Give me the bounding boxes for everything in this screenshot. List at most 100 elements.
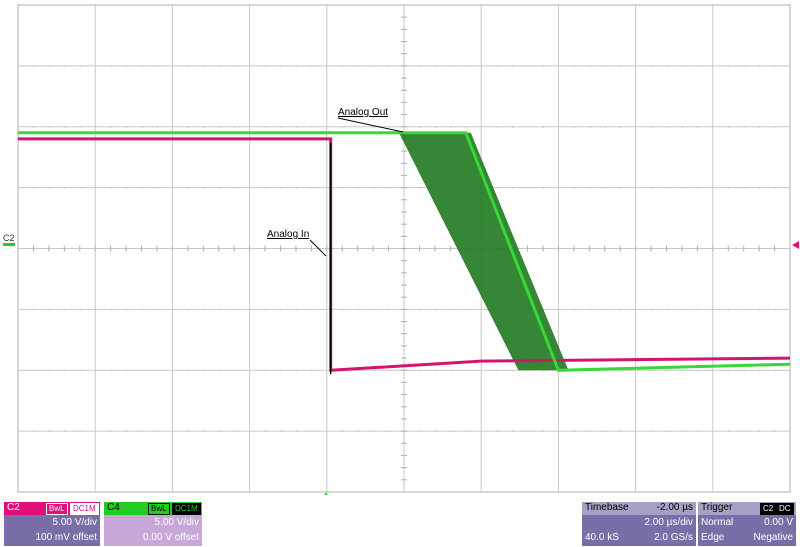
trigger-descriptor[interactable]: Trigger C2 DC Normal 0.00 V Edge Negativ…	[698, 502, 796, 546]
grid-dot	[79, 187, 81, 189]
grid-dot	[218, 126, 220, 128]
grid-dot	[218, 431, 220, 433]
grid-dot	[295, 187, 297, 189]
grid-dot	[357, 65, 359, 67]
grid-dot	[681, 431, 683, 433]
grid-dot	[280, 187, 282, 189]
timebase-delay: -2.00 µs	[656, 502, 693, 513]
grid-dot	[697, 65, 699, 67]
grid-dot	[280, 370, 282, 372]
grid-dot	[141, 248, 143, 250]
grid-dot	[589, 187, 591, 189]
c2-name: C2	[7, 502, 20, 513]
c2-ground-marker[interactable]: C2	[3, 234, 15, 246]
grid-dot	[79, 370, 81, 372]
grid-dot	[373, 309, 375, 311]
grid-dot	[774, 248, 776, 250]
grid-dot	[234, 309, 236, 311]
grid-dot	[48, 187, 50, 189]
grid-dot	[33, 370, 35, 372]
grid-dot	[697, 370, 699, 372]
timebase-descriptor[interactable]: Timebase -2.00 µs 2.00 µs/div 40.0 kS 2.…	[582, 502, 696, 546]
grid-dot	[759, 65, 761, 67]
grid-dot	[187, 126, 189, 128]
grid-dot	[527, 431, 529, 433]
grid-dot	[651, 370, 653, 372]
grid-dot	[651, 187, 653, 189]
grid-dot	[126, 431, 128, 433]
c4-descriptor[interactable]: C4 BwL DC1M 5.00 V/div 0.00 V offset	[104, 502, 202, 546]
grid-dot	[110, 248, 112, 250]
grid-dot	[728, 431, 730, 433]
grid-dot	[295, 431, 297, 433]
grid-dot	[187, 370, 189, 372]
grid-dot	[465, 65, 467, 67]
grid-dot	[234, 370, 236, 372]
grid-dot	[743, 187, 745, 189]
grid-dot	[419, 431, 421, 433]
grid-dot	[589, 126, 591, 128]
grid-dot	[48, 431, 50, 433]
c2-coupling-tag: DC1M	[70, 503, 99, 515]
grid-dot	[681, 248, 683, 250]
grid-dot	[388, 126, 390, 128]
grid-dot	[234, 65, 236, 67]
grid-dot	[434, 126, 436, 128]
c2-descriptor[interactable]: C2 BwL DC1M 5.00 V/div 100 mV offset	[4, 502, 100, 546]
grid-dot	[620, 431, 622, 433]
grid-dot	[573, 187, 575, 189]
grid-dot	[542, 431, 544, 433]
timebase-samples: 40.0 kS	[585, 532, 619, 543]
c4-coupling-tag: DC1M	[172, 503, 201, 515]
grid-dot	[203, 431, 205, 433]
c2-scale: 5.00 V/div	[52, 517, 97, 528]
trigger-level: 0.00 V	[764, 517, 793, 528]
trigger-title: Trigger	[701, 502, 733, 513]
grid-dot	[64, 248, 66, 250]
grid-dot	[697, 187, 699, 189]
grid-dot	[728, 65, 730, 67]
grid-dot	[527, 187, 529, 189]
grid-dot	[774, 431, 776, 433]
grid-dot	[450, 431, 452, 433]
grid-dot	[388, 431, 390, 433]
grid-dot	[33, 309, 35, 311]
grid-dot	[357, 309, 359, 311]
grid-dot	[604, 65, 606, 67]
grid-dot	[465, 126, 467, 128]
grid-dot	[774, 370, 776, 372]
grid-dot	[373, 126, 375, 128]
grid-dot	[33, 187, 35, 189]
grid-dot	[589, 309, 591, 311]
trigger-level-marker[interactable]	[792, 241, 799, 249]
grid-dot	[434, 248, 436, 250]
grid-dot	[203, 126, 205, 128]
grid-dot	[681, 370, 683, 372]
c4-offset: 0.00 V offset	[143, 532, 199, 543]
grid-dot	[311, 126, 313, 128]
grid-dot	[759, 370, 761, 372]
grid-dot	[141, 65, 143, 67]
grid-dot	[311, 309, 313, 311]
grid-dot	[666, 126, 668, 128]
grid-dot	[774, 65, 776, 67]
grid-dot	[666, 248, 668, 250]
c2-bandwidth-tag: BwL	[46, 503, 68, 515]
grid-dot	[265, 65, 267, 67]
grid-dot	[126, 187, 128, 189]
grid-dot	[542, 370, 544, 372]
grid-dot	[434, 65, 436, 67]
grid-dot	[156, 187, 158, 189]
grid-dot	[681, 187, 683, 189]
grid-dot	[512, 187, 514, 189]
grid-dot	[218, 248, 220, 250]
trigger-mode: Normal	[701, 517, 734, 528]
grid-dot	[110, 431, 112, 433]
grid-dot	[342, 431, 344, 433]
grid-dot	[110, 187, 112, 189]
grid-dot	[110, 126, 112, 128]
grid-dot	[450, 65, 452, 67]
grid-dot	[295, 370, 297, 372]
grid-dot	[604, 431, 606, 433]
grid-dot	[697, 431, 699, 433]
